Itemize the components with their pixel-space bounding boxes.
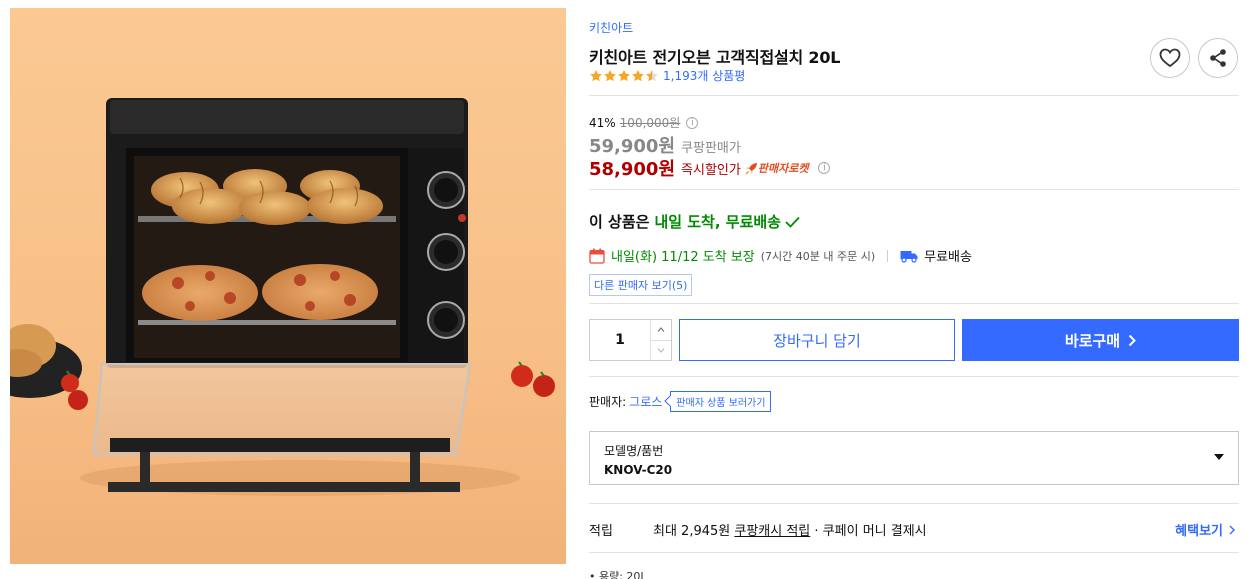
arrival-row: 내일(화) 11/12 도착 보장 (7시간 40분 내 주문 시) 무료배송 (589, 246, 972, 265)
points-row: 적립 최대 2,945원 쿠팡캐시 적립 · 쿠페이 머니 결제시 혜택보기 (589, 520, 1239, 539)
rocket-badge: 판매자로켓 (745, 160, 809, 176)
divider (589, 95, 1239, 96)
star-full-icon (590, 69, 602, 81)
seller-label: 판매자: (589, 395, 627, 409)
star-full-icon (604, 69, 616, 81)
divider (589, 189, 1239, 190)
benefits-label: 혜택보기 (1175, 524, 1223, 539)
chevron-right-icon (1229, 525, 1235, 534)
points-prefix: 최대 2,945원 (653, 524, 731, 539)
delivery-headline: 이 상품은 내일 도착, 무료배송 (589, 211, 800, 232)
chevron-up-icon (657, 327, 665, 333)
seller-products-link[interactable]: 판매자 상품 보러가기 (670, 391, 772, 412)
arrival-note: (7시간 40분 내 주문 시) (760, 249, 876, 263)
divider (589, 552, 1239, 553)
divider (887, 249, 889, 262)
points-title: 적립 (589, 524, 613, 539)
review-count-link[interactable]: 1,193개 상품평 (663, 67, 745, 84)
points-description: 최대 2,945원 쿠팡캐시 적립 · 쿠페이 머니 결제시 (653, 520, 927, 539)
instant-price-label: 즉시할인가 (681, 162, 741, 178)
share-button[interactable] (1198, 38, 1238, 78)
coupang-cash-link[interactable]: 쿠팡캐시 적립 (734, 524, 810, 539)
brand-link[interactable]: 키친아트 (589, 19, 633, 36)
option-value: KNOV-C20 (604, 463, 673, 477)
wishlist-button[interactable] (1150, 38, 1190, 78)
delivery-headline-prefix: 이 상품은 (589, 213, 650, 231)
rocket-badge-label: 판매자로켓 (757, 162, 809, 175)
option-label: 모델명/품번 (604, 444, 664, 458)
star-full-icon (632, 69, 644, 81)
original-price-row: 41% 100,000원 i (589, 114, 699, 131)
instant-price: 58,900원 (589, 159, 676, 180)
points-suffix: · 쿠페이 머니 결제시 (814, 524, 927, 539)
divider (589, 376, 1239, 377)
chevron-right-icon (1128, 334, 1137, 346)
quantity-input[interactable] (590, 320, 650, 360)
seller-row: 판매자: 그로스 판매자 상품 보러가기 (589, 391, 772, 412)
quantity-decrease-button[interactable] (651, 339, 671, 361)
truck-icon (900, 250, 918, 263)
arrival-date: 내일(화) 11/12 도착 보장 (611, 250, 755, 265)
product-image[interactable] (10, 8, 566, 564)
heart-icon (1159, 48, 1181, 68)
quantity-arrows (650, 320, 671, 360)
calendar-icon (589, 248, 605, 264)
quantity-stepper (589, 319, 672, 361)
star-full-icon (618, 69, 630, 81)
caret-down-icon (1214, 454, 1224, 460)
seller-name-link[interactable]: 그로스 (629, 393, 662, 410)
instant-price-row: 58,900원 즉시할인가 판매자로켓 i (589, 155, 831, 181)
other-sellers-button[interactable]: 다른 판매자 보기(5) (589, 274, 693, 296)
delivery-headline-highlight: 내일 도착, 무료배송 (654, 213, 781, 231)
rating-row: 1,193개 상품평 (589, 67, 745, 84)
info-icon[interactable]: i (686, 116, 699, 129)
star-half-icon (646, 69, 658, 81)
rocket-icon (745, 162, 757, 175)
product-title: 키친아트 전기오븐 고객직접설치 20L (589, 48, 841, 67)
sale-price-label: 쿠팡판매가 (681, 141, 741, 156)
discount-rate: 41% (589, 115, 616, 130)
add-to-cart-button[interactable]: 장바구니 담기 (679, 319, 955, 361)
spec-item: • 용량: 20L (589, 570, 647, 579)
divider (589, 503, 1239, 504)
option-select[interactable]: 모델명/품번 KNOV-C20 (589, 431, 1239, 485)
info-icon[interactable]: i (818, 162, 831, 174)
free-shipping-label: 무료배송 (924, 250, 972, 265)
rating-stars (589, 69, 659, 83)
product-info-panel: 키친아트 키친아트 전기오븐 고객직접설치 20L 1,193개 상품평 41% (589, 0, 1239, 579)
oven-photo (10, 8, 566, 564)
quantity-increase-button[interactable] (651, 320, 671, 340)
buy-now-label: 바로구매 (1064, 331, 1121, 350)
check-icon (785, 216, 800, 228)
share-icon (1210, 49, 1226, 67)
divider (589, 303, 1239, 304)
original-price: 100,000원 (619, 116, 681, 130)
buy-now-button[interactable]: 바로구매 (962, 319, 1239, 361)
benefits-link[interactable]: 혜택보기 (1175, 520, 1235, 539)
chevron-down-icon (657, 347, 665, 353)
